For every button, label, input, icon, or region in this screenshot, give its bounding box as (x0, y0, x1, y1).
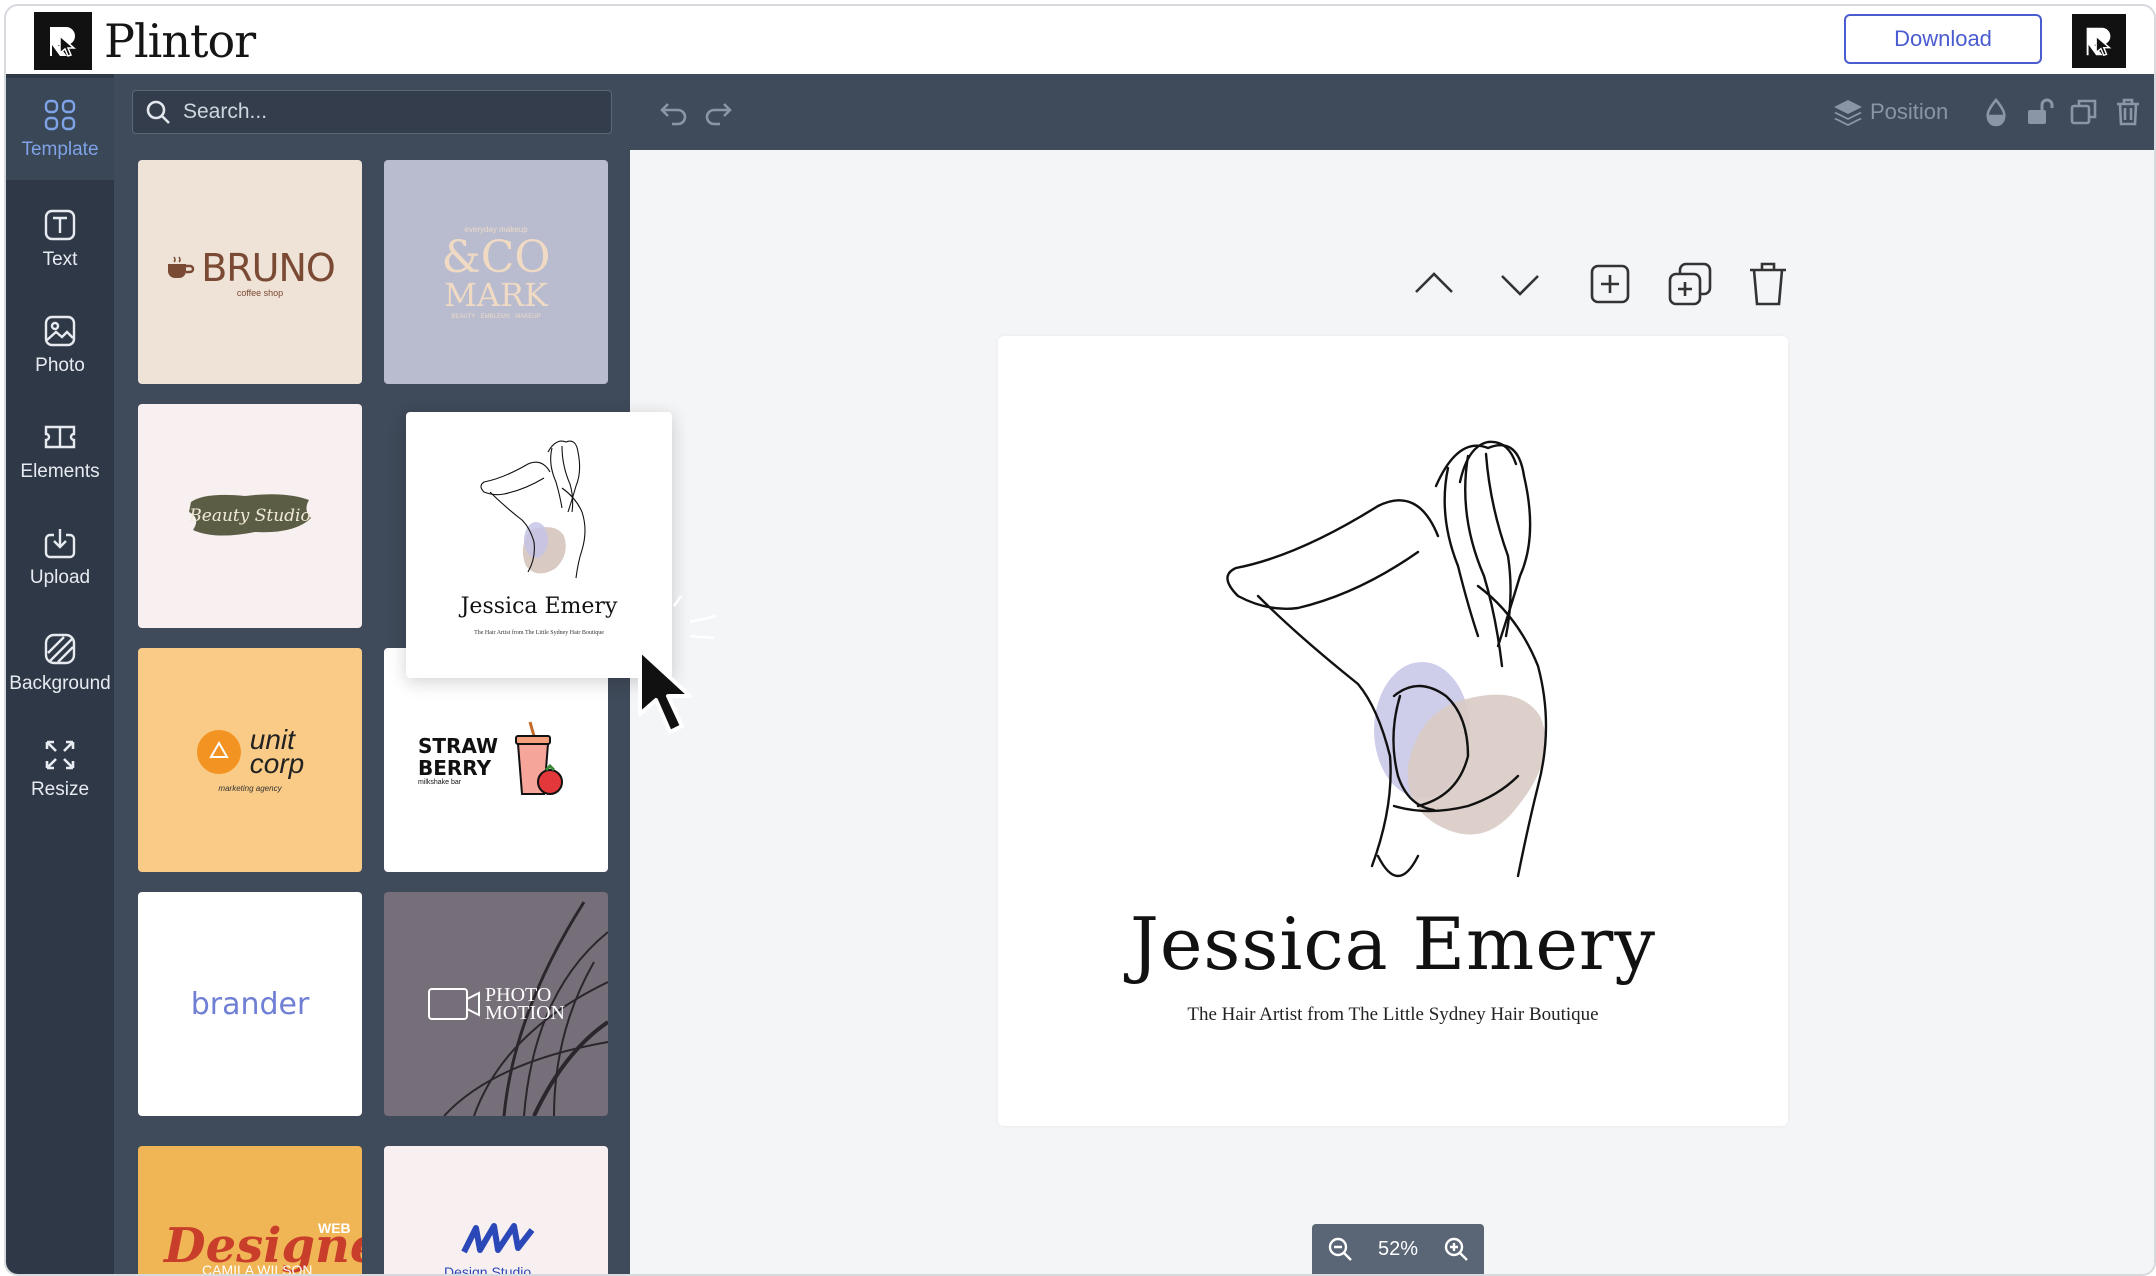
template-designer[interactable]: WEB Designer CAMILA WILSON (138, 1146, 362, 1274)
undo-icon[interactable] (658, 96, 690, 128)
position-label[interactable]: Position (1870, 94, 1948, 130)
unlock-icon[interactable] (2024, 96, 2056, 128)
template-design-studio[interactable]: Design Studio (384, 1146, 608, 1274)
template-subtitle: CAMILA WILSON (202, 1262, 313, 1274)
account-logo-icon[interactable] (2072, 14, 2126, 68)
download-button[interactable]: Download (1844, 14, 2042, 64)
mouse-cursor-icon (638, 648, 692, 734)
upload-icon (44, 529, 76, 559)
template-title: STRAW (417, 733, 499, 758)
header: Plintor Download (6, 6, 2154, 74)
template-brander[interactable]: brander (138, 892, 362, 1116)
template-strawberry[interactable]: STRAW BERRY milkshake bar (384, 648, 608, 872)
rail-item-label: Background (9, 673, 111, 694)
scribble-logo-shape (461, 1223, 535, 1254)
rail-item-label: Elements (20, 461, 100, 482)
template-subtitle: BEAUTY · EMBLEMS · MAKEUP (451, 313, 541, 320)
template-title: Beauty Studio (189, 506, 311, 526)
search-input[interactable] (181, 99, 605, 125)
template-bruno[interactable]: BRUNO coffee shop (138, 160, 362, 384)
zoom-controls: 52% (1312, 1224, 1484, 1274)
elements-icon (44, 425, 76, 449)
preview-name-text: Jessica Emery (460, 594, 618, 619)
side-rail: Template Text Photo Elements Upload Back… (6, 74, 114, 1274)
brand-logo-icon[interactable] (34, 12, 92, 70)
artboard[interactable]: Jessica Emery The Hair Artist from The L… (998, 336, 1788, 1126)
dragged-template-preview[interactable]: Jessica Emery The Hair Artist from The L… (406, 412, 672, 678)
rail-item-label: Upload (29, 567, 91, 588)
rail-item-resize[interactable]: Resize (6, 718, 114, 820)
search-icon (146, 100, 170, 124)
resize-icon (45, 740, 75, 770)
template-co-mark[interactable]: everyday makeup &CO MARK BEAUTY · EMBLEM… (384, 160, 608, 384)
video-camera-icon (428, 988, 480, 1020)
chevron-up-icon[interactable] (1410, 260, 1458, 308)
template-beauty-studio[interactable]: Beauty Studio (138, 404, 362, 628)
template-subtitle: milkshake bar (417, 778, 462, 786)
template-title-2: corp (249, 747, 305, 779)
preview-tagline-text: The Hair Artist from The Little Sydney H… (474, 630, 604, 636)
woman-line-art-illustration (480, 440, 586, 579)
grid-icon (44, 99, 76, 131)
rail-item-photo[interactable]: Photo (6, 294, 114, 396)
duplicate-icon[interactable] (2068, 96, 2100, 128)
template-subtitle: marketing agency (218, 783, 282, 793)
photo-icon (44, 315, 76, 347)
zoom-level: 52% (1377, 1237, 1419, 1260)
background-icon (44, 633, 76, 665)
artboard-tagline-text[interactable]: The Hair Artist from The Little Sydney H… (998, 1004, 1788, 1026)
rail-item-text[interactable]: Text (6, 188, 114, 290)
rail-item-label: Resize (30, 779, 90, 800)
duplicate-page-icon[interactable] (1666, 260, 1714, 308)
add-page-icon[interactable] (1586, 260, 1634, 308)
template-title: brander (190, 986, 310, 1022)
chevron-down-icon[interactable] (1496, 260, 1544, 308)
artboard-name-text[interactable]: Jessica Emery (998, 902, 1788, 986)
app-window: Plintor Download Template Text Photo Ele… (4, 4, 2156, 1276)
zoom-in-icon[interactable] (1442, 1235, 1470, 1263)
template-title: BRUNO (201, 246, 336, 290)
template-subtitle: coffee shop (236, 288, 284, 298)
template-title: &CO (441, 231, 551, 283)
brand-name: Plintor (104, 14, 256, 68)
rail-item-label: Template (21, 139, 99, 160)
template-title-2: MARK (444, 275, 548, 314)
rail-item-template[interactable]: Template (6, 78, 114, 180)
rail-item-elements[interactable]: Elements (6, 400, 114, 502)
template-photo-motion[interactable]: PHOTO MOTION (384, 892, 608, 1116)
recycle-badge-icon (196, 729, 241, 774)
template-title-2: BERRY (417, 755, 492, 780)
opacity-drop-icon[interactable] (1980, 96, 2012, 128)
layers-icon[interactable] (1832, 96, 1864, 128)
coffee-cup-icon (168, 256, 195, 278)
canvas-area: Jessica Emery The Hair Artist from The L… (630, 150, 2154, 1274)
template-title: Design Studio (444, 1264, 532, 1274)
search-box[interactable] (132, 90, 612, 134)
rail-item-background[interactable]: Background (6, 612, 114, 714)
milkshake-icon (515, 721, 564, 795)
template-unit-corp[interactable]: unit corp marketing agency (138, 648, 362, 872)
editor-toolbar: Position (630, 74, 2154, 150)
zoom-out-icon[interactable] (1326, 1235, 1354, 1263)
rail-item-label: Photo (35, 355, 85, 376)
trash-icon[interactable] (2112, 96, 2144, 128)
template-title-2: MOTION (485, 1002, 565, 1024)
woman-line-art-illustration (1226, 440, 1548, 878)
delete-page-icon[interactable] (1744, 260, 1792, 308)
rail-item-label: Text (42, 249, 78, 270)
redo-icon[interactable] (702, 96, 734, 128)
text-icon (44, 209, 76, 241)
rail-item-upload[interactable]: Upload (6, 506, 114, 608)
